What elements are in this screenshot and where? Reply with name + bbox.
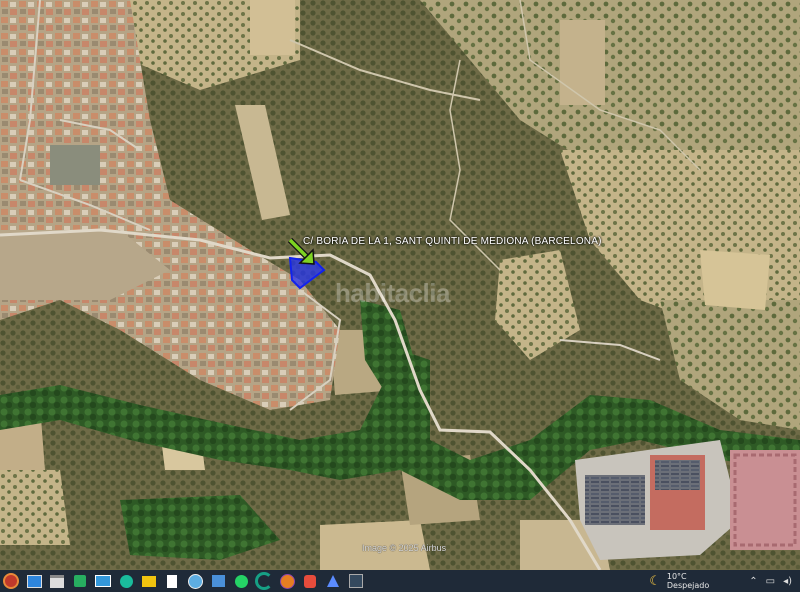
- desktop-app-icon[interactable]: [23, 570, 45, 592]
- taskbar: ☾ 10°C Despejado ⌃ ▭ ◂): [0, 570, 800, 592]
- satellite-map[interactable]: C/ BORIA DE LA 1, SANT QUINTI DE MEDIONA…: [0, 0, 800, 570]
- watermark: habitaclia: [335, 278, 450, 308]
- folder-icon[interactable]: [46, 570, 68, 592]
- curved-app-icon[interactable]: [253, 570, 275, 592]
- moon-icon: ☾: [649, 573, 661, 589]
- document-icon[interactable]: [161, 570, 183, 592]
- weather-desc: Despejado: [666, 581, 710, 590]
- imagery-credit: Image © 2025 Airbus: [362, 543, 447, 553]
- brave-browser-icon[interactable]: [299, 570, 321, 592]
- edge-browser-icon[interactable]: [115, 570, 137, 592]
- photos-app-icon[interactable]: [92, 570, 114, 592]
- network-icon[interactable]: ▭: [766, 576, 775, 587]
- security-app-icon[interactable]: [69, 570, 91, 592]
- arrow-app-icon[interactable]: [322, 570, 344, 592]
- volume-icon[interactable]: ◂): [783, 576, 792, 587]
- weather-widget[interactable]: ☾ 10°C Despejado: [649, 572, 709, 590]
- whatsapp-icon[interactable]: [230, 570, 252, 592]
- maps-app-icon[interactable]: [345, 570, 367, 592]
- firefox-icon[interactable]: [276, 570, 298, 592]
- chevron-up-icon[interactable]: ⌃: [749, 576, 757, 587]
- start-button-icon[interactable]: [0, 570, 22, 592]
- store-app-icon[interactable]: [207, 570, 229, 592]
- weather-temp: 10°C: [666, 572, 687, 581]
- file-explorer-icon[interactable]: [138, 570, 160, 592]
- globe-app-icon[interactable]: [184, 570, 206, 592]
- system-tray: ☾ 10°C Despejado ⌃ ▭ ◂): [649, 570, 800, 592]
- address-label: C/ BORIA DE LA 1, SANT QUINTI DE MEDIONA…: [303, 236, 602, 247]
